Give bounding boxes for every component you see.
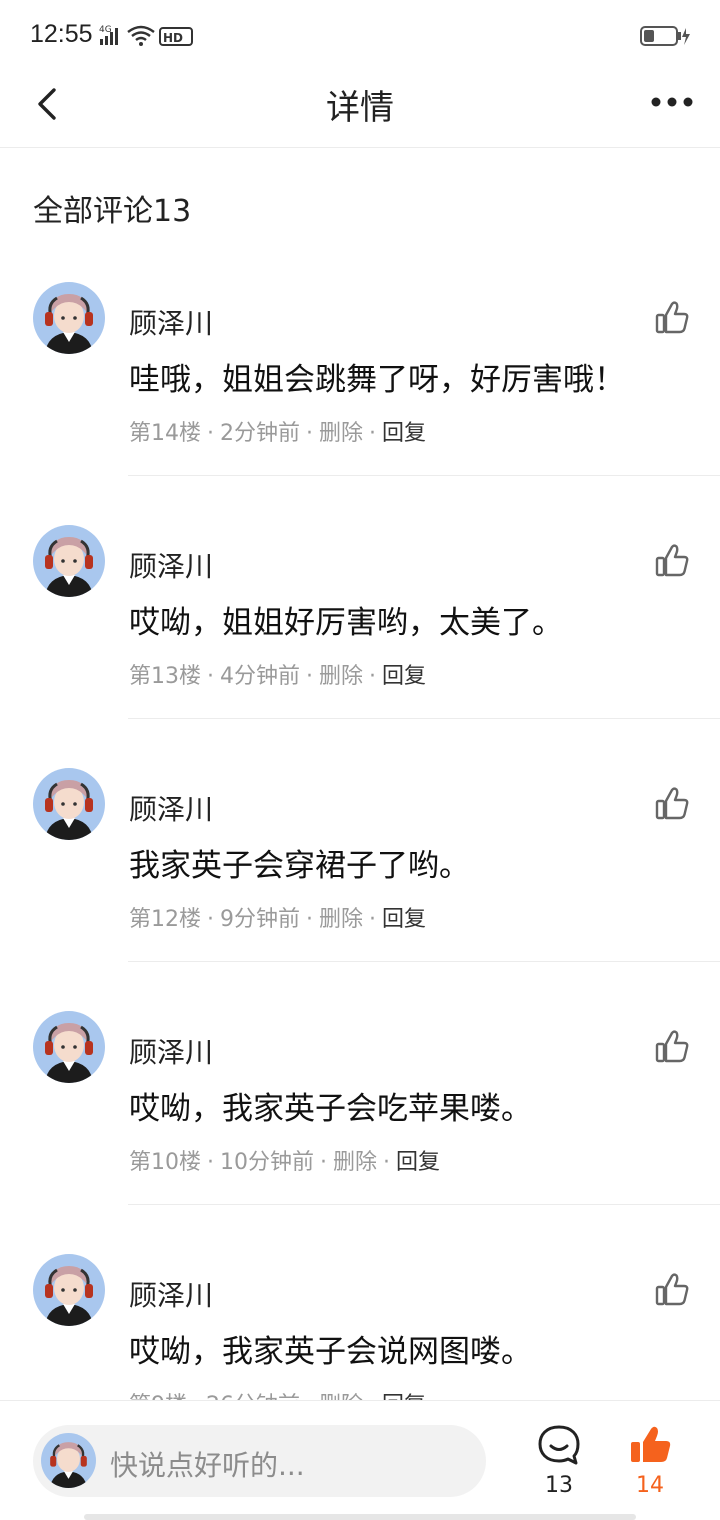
svg-text:HD: HD [163, 31, 183, 45]
comment-author[interactable]: 顾泽川 [129, 1031, 213, 1071]
separator-dot: · [383, 1150, 391, 1175]
comment-time: 10分钟前 [220, 1150, 314, 1175]
thumbs-up-icon [655, 544, 689, 577]
bottom-bar: 快说点好听的... 13 14 [0, 1400, 720, 1520]
battery-icon [640, 26, 690, 46]
status-icons: 4G HD [98, 22, 198, 48]
avatar-image-icon [33, 768, 105, 840]
like-button[interactable] [654, 1029, 690, 1065]
comment-meta: 第13楼 · 4分钟前 · 删除 · 回复 [129, 658, 426, 690]
comment-author[interactable]: 顾泽川 [129, 788, 213, 828]
comment-text: 哎呦，姐姐好厉害哟，太美了。 [129, 605, 563, 641]
comment-count: 13 [545, 1473, 573, 1498]
reply-link[interactable]: 回复 [382, 421, 426, 446]
comment-item: 顾泽川 哇哦，姐姐会跳舞了呀，好厉害哦！ 第14楼 · 2分钟前 · 删除 · 回复 [0, 282, 720, 525]
thumbs-up-icon [655, 301, 689, 334]
more-dots-icon [651, 97, 693, 107]
comment-floor: 第12楼 [129, 907, 201, 932]
reply-link[interactable]: 回复 [382, 907, 426, 932]
separator-dot: · [207, 664, 214, 689]
comment-text: 我家英子会穿裙子了哟。 [129, 848, 470, 884]
more-button[interactable] [648, 90, 696, 114]
avatar-image-icon [33, 1011, 105, 1083]
comment-meta: 第12楼 · 9分钟前 · 删除 · 回复 [129, 901, 426, 933]
divider [128, 475, 720, 476]
like-button[interactable] [654, 786, 690, 822]
comment-item: 顾泽川 我家英子会穿裙子了哟。 第12楼 · 9分钟前 · 删除 · 回复 [0, 768, 720, 1011]
avatar[interactable] [33, 525, 105, 597]
comment-text: 哎呦，我家英子会说网图喽。 [129, 1334, 532, 1370]
comment-meta: 第14楼 · 2分钟前 · 删除 · 回复 [129, 415, 426, 447]
comment-author[interactable]: 顾泽川 [129, 545, 213, 585]
status-bar: 12:55 4G HD [0, 0, 720, 72]
comment-time: 2分钟前 [220, 421, 300, 446]
avatar[interactable] [33, 1254, 105, 1326]
svg-text:4G: 4G [99, 25, 112, 35]
signal-wifi-hd-icon: 4G HD [99, 25, 193, 46]
back-chevron-icon [38, 88, 56, 120]
avatar-image-icon [41, 1433, 96, 1488]
separator-dot: · [306, 907, 313, 932]
thumbs-up-icon [655, 1273, 689, 1306]
avatar[interactable] [33, 768, 105, 840]
comment-item: 顾泽川 哎呦，姐姐好厉害哟，太美了。 第13楼 · 4分钟前 · 删除 · 回复 [0, 525, 720, 768]
thumbs-up-filled-icon [631, 1426, 671, 1462]
like-count-button[interactable]: 14 [622, 1423, 678, 1503]
delete-link[interactable]: 删除 [333, 1150, 377, 1175]
comment-text: 哇哦，姐姐会跳舞了呀，好厉害哦！ [129, 362, 625, 398]
avatar-image-icon [33, 525, 105, 597]
divider [128, 718, 720, 719]
home-indicator [84, 1514, 636, 1520]
comment-bubble-icon [538, 1425, 580, 1465]
comment-floor: 第14楼 [129, 421, 201, 446]
delete-link[interactable]: 删除 [319, 907, 363, 932]
comments-section-title: 全部评论13 [33, 194, 192, 229]
avatar[interactable] [33, 1011, 105, 1083]
separator-dot: · [207, 421, 214, 446]
nav-bar: 详情 [0, 72, 720, 148]
comment-floor: 第10楼 [129, 1150, 201, 1175]
avatar[interactable] [33, 282, 105, 354]
back-button[interactable] [30, 82, 70, 122]
separator-dot: · [306, 664, 313, 689]
thumbs-up-icon [655, 787, 689, 820]
comment-count-button[interactable]: 13 [532, 1423, 586, 1503]
avatar-image-icon [33, 1254, 105, 1326]
divider [128, 961, 720, 962]
like-count: 14 [636, 1473, 664, 1498]
separator-dot: · [207, 907, 214, 932]
comment-text: 哎呦，我家英子会吃苹果喽。 [129, 1091, 532, 1127]
comment-author[interactable]: 顾泽川 [129, 1274, 213, 1314]
comment-input-placeholder: 快说点好听的... [110, 1449, 305, 1482]
comment-meta: 第10楼 · 10分钟前 · 删除 · 回复 [129, 1144, 440, 1176]
comment-item: 顾泽川 哎呦，我家英子会吃苹果喽。 第10楼 · 10分钟前 · 删除 · 回复 [0, 1011, 720, 1254]
separator-dot: · [306, 421, 313, 446]
like-button[interactable] [654, 300, 690, 336]
separator-dot: · [369, 907, 377, 932]
comment-author[interactable]: 顾泽川 [129, 302, 213, 342]
delete-link[interactable]: 删除 [319, 664, 363, 689]
comment-floor: 第13楼 [129, 664, 201, 689]
comment-time: 4分钟前 [220, 664, 300, 689]
reply-link[interactable]: 回复 [382, 664, 426, 689]
separator-dot: · [369, 664, 377, 689]
reply-link[interactable]: 回复 [396, 1150, 440, 1175]
thumbs-up-icon [655, 1030, 689, 1063]
separator-dot: · [207, 1150, 214, 1175]
delete-link[interactable]: 删除 [319, 421, 363, 446]
avatar-image-icon [33, 282, 105, 354]
divider [128, 1204, 720, 1205]
separator-dot: · [320, 1150, 327, 1175]
comment-time: 9分钟前 [220, 907, 300, 932]
page-title: 详情 [326, 88, 394, 128]
separator-dot: · [369, 421, 377, 446]
avatar [41, 1433, 96, 1488]
status-time: 12:55 [30, 20, 93, 48]
comment-input[interactable]: 快说点好听的... [33, 1425, 486, 1497]
like-button[interactable] [654, 1272, 690, 1308]
like-button[interactable] [654, 543, 690, 579]
